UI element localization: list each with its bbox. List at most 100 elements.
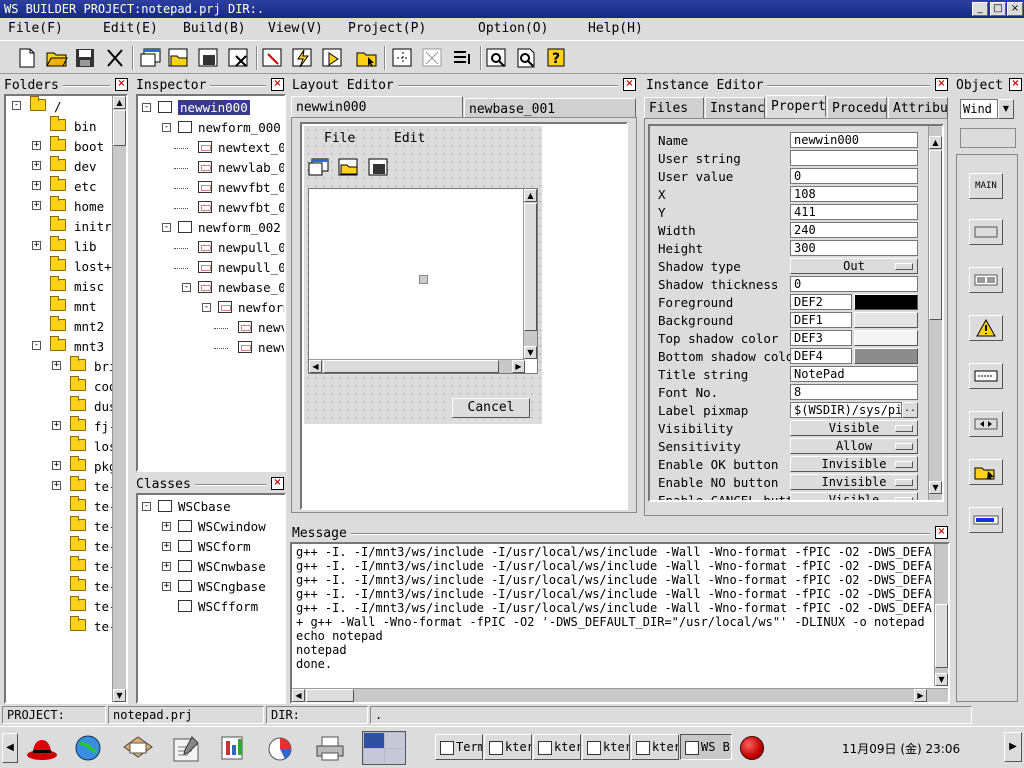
folder-item[interactable]: + etc [6,176,126,196]
preview-menu-file[interactable]: File [324,131,355,146]
inspector-item[interactable]: - newform_002 [138,218,284,238]
window-edit-icon[interactable] [260,45,286,71]
property-color-field[interactable]: DEF3 [790,330,852,346]
folder-item[interactable]: + bri [6,356,126,376]
main-window-tool[interactable]: MAIN [969,173,1003,199]
save-window-icon[interactable] [196,45,222,71]
inspector-item[interactable]: - newform [138,298,284,318]
task-kterm-4[interactable]: kter [631,734,679,760]
save-icon[interactable] [72,45,98,71]
select-folder-icon[interactable] [354,45,380,71]
folders-scrollbar[interactable]: ▲ ▼ [112,96,126,702]
preview-vscroll[interactable]: ▲ ▼ [523,189,537,359]
search-doc-icon[interactable] [514,45,540,71]
expand-icon[interactable]: + [52,481,61,490]
folder-item[interactable]: + fj- [6,416,126,436]
expand-icon[interactable]: + [162,582,171,591]
new-file-icon[interactable] [14,45,40,71]
property-text-field[interactable]: 0 [790,168,918,184]
property-color-field[interactable]: DEF1 [790,312,852,328]
class-item[interactable]: WSCfform [138,597,284,617]
menu-option[interactable]: Option(O) [478,21,548,36]
inspector-item[interactable]: newpull_00 [138,258,284,278]
align-icon[interactable] [420,45,446,71]
collapse-icon[interactable]: - [162,223,171,232]
presentation-icon[interactable] [264,733,294,763]
preview-new-window-icon[interactable] [308,158,330,179]
build-icon[interactable] [290,45,316,71]
folder-item[interactable]: mnt [6,296,126,316]
collapse-icon[interactable]: - [32,341,41,350]
preview-menu-edit[interactable]: Edit [394,131,425,146]
taskbar-right-arrow-icon[interactable]: ▶ [1004,732,1022,762]
property-option-menu[interactable]: Invisible [790,474,918,490]
expand-icon[interactable]: + [32,201,41,210]
folder-item[interactable]: te- [6,596,126,616]
expand-icon[interactable]: + [162,562,171,571]
folder-item[interactable]: - / [6,96,126,116]
task-ws-builder[interactable]: WS B [680,734,732,760]
property-text-field[interactable]: NotePad [790,366,918,382]
scroll-down-icon[interactable]: ▼ [113,689,126,702]
workspace-pager[interactable] [362,731,406,765]
property-text-field[interactable]: 300 [790,240,918,256]
layout-canvas[interactable]: File Edit ▲ ▼ ◀ ▶ Cancel [300,122,628,510]
folder-item[interactable]: lost+f [6,256,126,276]
collapse-icon[interactable]: - [162,123,171,132]
class-item[interactable]: - WSCbase [138,497,284,517]
folder-item[interactable]: dus [6,396,126,416]
help-icon[interactable]: ? [544,45,570,71]
collapse-icon[interactable]: - [182,283,191,292]
inspector-item[interactable]: newv [138,318,284,338]
menu-project[interactable]: Project(P) [348,21,426,36]
folder-item[interactable]: te- [6,556,126,576]
property-text-field[interactable]: newwin000 [790,132,918,148]
inspector-item[interactable]: newvfbt_00 [138,198,284,218]
collapse-icon[interactable]: - [12,101,21,110]
property-text-field[interactable]: 108 [790,186,918,202]
property-text-field[interactable]: 411 [790,204,918,220]
class-item[interactable]: + WSCform [138,537,284,557]
tab-files[interactable]: Files [644,97,704,119]
tab-instance[interactable]: Instance [705,97,765,119]
preview-text-area[interactable]: ▲ ▼ ◀ ▶ [308,188,538,374]
text-editor-icon[interactable] [170,733,200,763]
folder-item[interactable]: - mnt3 [6,336,126,356]
scroll-down-icon[interactable]: ▼ [929,481,942,494]
run-icon[interactable] [320,45,346,71]
inspector-item[interactable]: - newwin000 [138,98,284,118]
spin-button-tool-icon[interactable] [969,411,1003,437]
inspector-item[interactable]: - newbase_00 [138,278,284,298]
expand-icon[interactable]: + [32,181,41,190]
tab-newwin000[interactable]: newwin000 [291,96,463,118]
class-item[interactable]: + WSCwindow [138,517,284,537]
task-term[interactable]: Term [435,734,483,760]
folder-item[interactable]: te- [6,496,126,516]
globe-browser-icon[interactable] [72,733,102,763]
preview-cancel-button[interactable]: Cancel [452,398,530,418]
property-text-field[interactable] [790,150,918,166]
file-select-tool-icon[interactable] [969,459,1003,485]
printer-icon[interactable] [314,733,344,763]
warning-dialog-tool-icon[interactable] [969,315,1003,341]
property-text-field[interactable]: 8 [790,384,918,400]
properties-list[interactable]: Name newwin000 User string User value 0 X 108 Y… [648,124,944,502]
folder-item[interactable]: + dev [6,156,126,176]
menu-edit[interactable]: Edit(E) [103,21,158,36]
delete-window-icon[interactable] [226,45,252,71]
minimize-button[interactable]: _ [972,2,988,16]
inspector-item[interactable]: newvfbt_00 [138,178,284,198]
folder-item[interactable]: te- [6,576,126,596]
task-kterm-1[interactable]: kter [484,734,532,760]
maximize-button[interactable]: □ [990,2,1006,16]
close-button[interactable]: × [1007,2,1023,16]
object-close-icon[interactable]: × [1009,78,1022,91]
menu-file[interactable]: File(F) [8,21,63,36]
inspector-item[interactable]: newpull_00 [138,238,284,258]
collapse-icon[interactable]: - [142,502,151,511]
progress-bar-tool-icon[interactable] [969,507,1003,533]
cut-icon[interactable] [102,45,128,71]
preview-open-icon[interactable] [338,158,360,179]
object-filter-field[interactable] [960,128,1016,148]
color-swatch[interactable] [854,330,918,346]
